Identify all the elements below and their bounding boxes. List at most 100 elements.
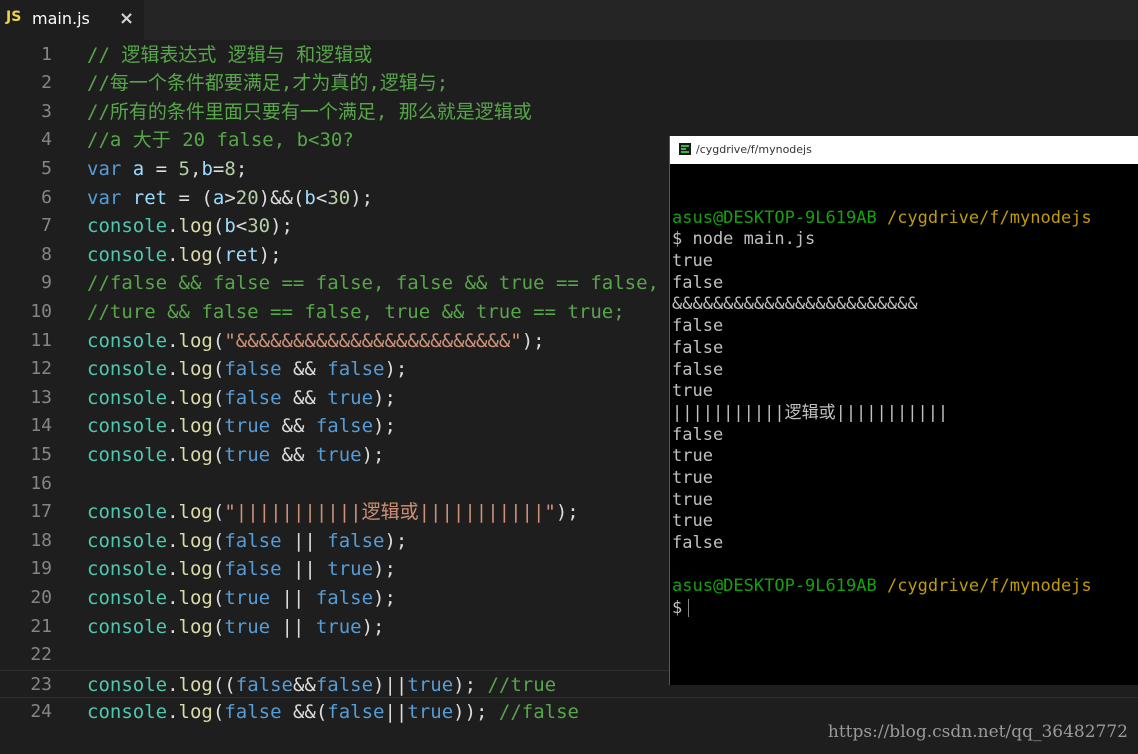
code-text[interactable]: console.log(false || false); xyxy=(87,527,407,556)
code-token: || xyxy=(281,558,328,581)
code-token: = ( xyxy=(167,186,213,209)
code-token: log xyxy=(178,443,213,466)
terminal-output-line: false xyxy=(672,337,724,358)
code-token: . xyxy=(167,215,179,238)
code-token: log xyxy=(178,215,213,238)
code-line[interactable]: 2 //每一个条件都要满足,才为真的,逻辑与; xyxy=(0,69,1138,98)
code-text[interactable]: console.log(true || false); xyxy=(87,584,396,613)
code-line[interactable]: 3 //所有的条件里面只要有一个满足, 那么就是逻辑或 xyxy=(0,98,1138,127)
code-token: a xyxy=(212,186,225,209)
terminal-output-line: true xyxy=(672,467,713,488)
code-token: ( xyxy=(212,615,225,638)
code-token: log xyxy=(178,415,213,438)
code-token: //true xyxy=(487,673,557,696)
code-text[interactable]: console.log(false &&(false||true)); //fa… xyxy=(87,698,579,727)
code-token: console xyxy=(87,558,168,581)
code-token: 8 xyxy=(224,157,236,180)
code-token: ret xyxy=(132,186,168,209)
code-token: log xyxy=(178,673,213,696)
code-text[interactable]: //ture && false == false, true && true =… xyxy=(87,298,625,327)
code-text[interactable]: //a 大于 20 false, b<30? xyxy=(87,126,354,155)
terminal-output-line: $ node main.js xyxy=(672,229,816,250)
code-text[interactable]: console.log("&&&&&&&&&&&&&&&&&&&&&&&&"); xyxy=(87,327,545,356)
code-token: "&&&&&&&&&&&&&&&&&&&&&&&&" xyxy=(224,329,522,352)
line-number: 5 xyxy=(41,157,52,179)
code-token: console xyxy=(87,615,168,638)
code-token: a xyxy=(132,157,145,180)
code-token: false xyxy=(327,701,385,724)
code-token: true xyxy=(407,701,454,724)
terminal-title-bar[interactable]: /cygdrive/f/mynodejs xyxy=(670,136,1138,164)
code-token: ); xyxy=(270,215,293,238)
code-token: &&( xyxy=(281,701,328,724)
code-token: ); xyxy=(373,586,396,609)
line-number: 7 xyxy=(41,215,52,237)
editor-tab-bar: JS main.js × xyxy=(0,0,1138,40)
code-token: ( xyxy=(212,243,225,266)
code-token: || xyxy=(281,529,328,552)
code-token: . xyxy=(167,243,179,266)
code-token: console xyxy=(87,443,168,466)
code-token: false xyxy=(224,558,282,581)
code-token: var xyxy=(87,186,133,209)
terminal-output-line: false xyxy=(672,316,724,337)
code-text[interactable]: //每一个条件都要满足,才为真的,逻辑与; xyxy=(87,69,448,98)
code-token: true xyxy=(224,586,271,609)
terminal-window[interactable]: /cygdrive/f/mynodejs asus@DESKTOP-9L619A… xyxy=(669,136,1138,685)
line-number: 17 xyxy=(30,501,52,523)
text-cursor xyxy=(688,599,690,618)
code-token: 30 xyxy=(327,186,351,209)
code-text[interactable]: console.log(ret); xyxy=(87,241,282,270)
code-token: )&&( xyxy=(258,186,305,209)
code-token: . xyxy=(167,443,179,466)
code-token: 30 xyxy=(247,215,271,238)
code-token: log xyxy=(178,586,213,609)
code-token: ret xyxy=(224,243,259,266)
code-text[interactable]: console.log(b<30); xyxy=(87,212,293,241)
code-text[interactable]: var a = 5,b=8; xyxy=(87,155,247,184)
line-number: 11 xyxy=(30,329,52,351)
code-text[interactable]: console.log(true || true); xyxy=(87,613,385,642)
code-text[interactable]: console.log("|||||||||||逻辑或|||||||||||")… xyxy=(87,498,579,527)
code-text[interactable]: //所有的条件里面只要有一个满足, 那么就是逻辑或 xyxy=(87,98,532,127)
code-token: console xyxy=(87,701,168,724)
terminal-output-line: true xyxy=(672,251,713,272)
line-number: 8 xyxy=(41,243,52,265)
code-token: . xyxy=(167,701,179,724)
terminal-prompt-line: asus@DESKTOP-9L619AB /cygdrive/f/mynodej… xyxy=(672,208,1137,230)
cygwin-terminal-icon xyxy=(678,142,692,156)
code-text[interactable]: console.log((false&&false)||true); //tru… xyxy=(87,671,556,700)
code-token: . xyxy=(167,501,179,524)
code-text[interactable]: //false && false == false, false && true… xyxy=(87,269,659,298)
terminal-output[interactable]: asus@DESKTOP-9L619AB /cygdrive/f/mynodej… xyxy=(672,186,1137,620)
terminal-input-line[interactable]: $ xyxy=(672,598,1137,620)
close-icon[interactable]: × xyxy=(119,8,134,29)
code-text[interactable]: console.log(true && true); xyxy=(87,441,385,470)
line-number: 3 xyxy=(41,100,52,122)
code-text[interactable]: console.log(false && true); xyxy=(87,384,396,413)
code-token: ); xyxy=(373,558,396,581)
line-number: 13 xyxy=(30,386,52,408)
line-number: 22 xyxy=(30,644,52,666)
code-token: true xyxy=(407,673,454,696)
code-text[interactable]: console.log(false || true); xyxy=(87,555,396,584)
code-text[interactable]: var ret = (a>20)&&(b<30); xyxy=(87,184,373,213)
line-number: 10 xyxy=(30,300,52,322)
code-text[interactable]: console.log(false && false); xyxy=(87,355,407,384)
code-token: false xyxy=(224,529,282,552)
tab-main-js[interactable]: JS main.js × xyxy=(0,0,144,40)
code-token: console xyxy=(87,529,168,552)
code-token: && xyxy=(292,673,316,696)
code-token: false xyxy=(327,529,385,552)
code-token: false xyxy=(315,673,374,696)
code-token: ); xyxy=(555,501,579,524)
code-line[interactable]: 1 // 逻辑表达式 逻辑与 和逻辑或 xyxy=(0,41,1138,70)
code-text[interactable]: console.log(true && false); xyxy=(87,412,396,441)
code-token: true xyxy=(327,386,374,409)
code-text[interactable]: // 逻辑表达式 逻辑与 和逻辑或 xyxy=(87,41,372,70)
code-token: ( xyxy=(212,501,225,524)
terminal-output-line: false xyxy=(672,533,724,553)
prompt-path: /cygdrive/f/mynodejs xyxy=(886,207,1092,228)
terminal-prompt-line: asus@DESKTOP-9L619AB /cygdrive/f/mynodej… xyxy=(672,576,1137,598)
